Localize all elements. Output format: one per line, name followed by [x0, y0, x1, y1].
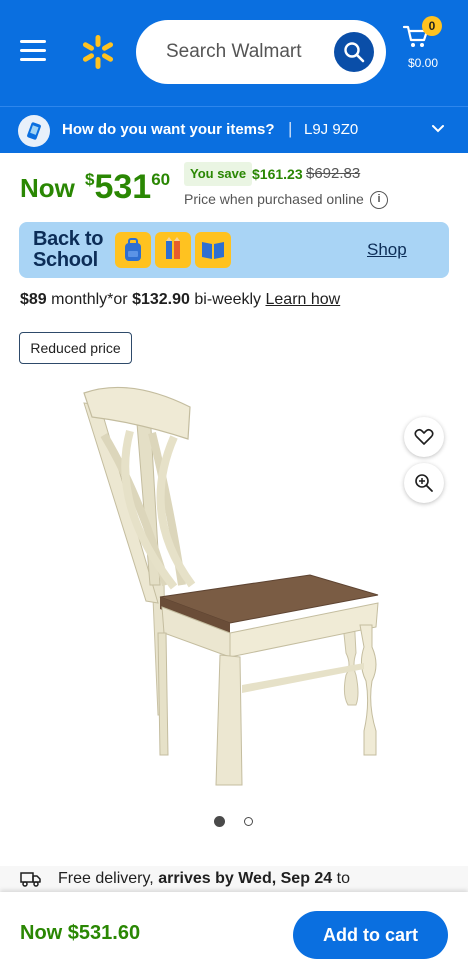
- monthly-amount: $89: [20, 291, 47, 308]
- heart-icon: [414, 428, 434, 445]
- promo-title-line2: School: [33, 249, 98, 271]
- book-icon: [195, 232, 231, 268]
- delivery-separator: |: [288, 119, 293, 138]
- phone-delivery-icon: [18, 115, 50, 147]
- cart-button[interactable]: 0 $0.00: [398, 16, 448, 76]
- dining-chair-image[interactable]: [70, 375, 400, 795]
- promo-icons: [115, 232, 231, 268]
- monthly-text: monthly*or: [46, 291, 133, 308]
- carousel-dot-active[interactable]: [214, 816, 225, 827]
- cart-total: $0.00: [407, 56, 439, 70]
- biweekly-amount: $132.90: [132, 291, 190, 308]
- shipping-text: Free delivery, arrives by Wed, Sep 24 to: [58, 870, 350, 888]
- shipping-suffix: to: [332, 870, 350, 887]
- biweekly-text: bi-weekly: [189, 291, 266, 308]
- promo-title-line1: Back to: [33, 228, 104, 250]
- you-save-badge: You save: [184, 162, 253, 186]
- reduced-price-tag: Reduced price: [19, 332, 132, 364]
- bottom-action-bar: Now $531.60 Add to cart: [0, 892, 468, 960]
- favorite-button[interactable]: [404, 417, 444, 457]
- carousel-dot[interactable]: [244, 817, 253, 826]
- learn-how-link[interactable]: Learn how: [266, 291, 341, 308]
- cart-count-badge: 0: [422, 16, 442, 36]
- was-price: $692.83: [306, 165, 361, 182]
- walmart-spark-logo[interactable]: [80, 34, 116, 70]
- bottom-price: Now $531.60: [20, 922, 141, 944]
- backpack-icon: [115, 232, 151, 268]
- shipping-info: Free delivery, arrives by Wed, Sep 24 to: [0, 866, 468, 892]
- zoom-button[interactable]: [404, 463, 444, 503]
- truck-icon: [20, 872, 41, 887]
- price-note: Price when purchased online: [184, 191, 364, 207]
- hamburger-menu-icon[interactable]: [20, 40, 48, 62]
- search-icon: [344, 42, 365, 63]
- search-placeholder: Search Walmart: [166, 41, 302, 62]
- app-header: Search Walmart 0 $0.00: [0, 0, 468, 106]
- shop-link[interactable]: Shop: [367, 240, 407, 260]
- price-cents: 60: [151, 170, 171, 189]
- shipping-prefix: Free delivery,: [58, 870, 159, 887]
- chevron-down-icon[interactable]: [430, 121, 446, 137]
- price-dollars: 531: [94, 168, 152, 206]
- shipping-arrival: arrives by Wed, Sep 24: [158, 870, 333, 887]
- search-button[interactable]: [334, 32, 374, 72]
- zoom-in-icon: [415, 474, 433, 492]
- now-label: Now: [20, 173, 75, 203]
- pencil-icon: [155, 232, 191, 268]
- back-to-school-banner[interactable]: Back to School Shop: [19, 222, 449, 278]
- search-input[interactable]: Search Walmart: [136, 20, 386, 84]
- financing-info: $89 monthly*or $132.90 bi-weekly Learn h…: [20, 291, 340, 309]
- price-currency: $: [85, 170, 95, 189]
- delivery-postal-code: L9J 9Z0: [304, 121, 359, 138]
- delivery-selector[interactable]: How do you want your items? | L9J 9Z0: [0, 106, 468, 153]
- promo-title: Back to School: [33, 229, 103, 271]
- info-icon[interactable]: i: [370, 191, 388, 209]
- delivery-question: How do you want your items?: [62, 121, 275, 138]
- save-amount: $161.23: [252, 166, 303, 182]
- add-to-cart-button[interactable]: Add to cart: [293, 911, 448, 959]
- current-price: $53160: [85, 168, 170, 207]
